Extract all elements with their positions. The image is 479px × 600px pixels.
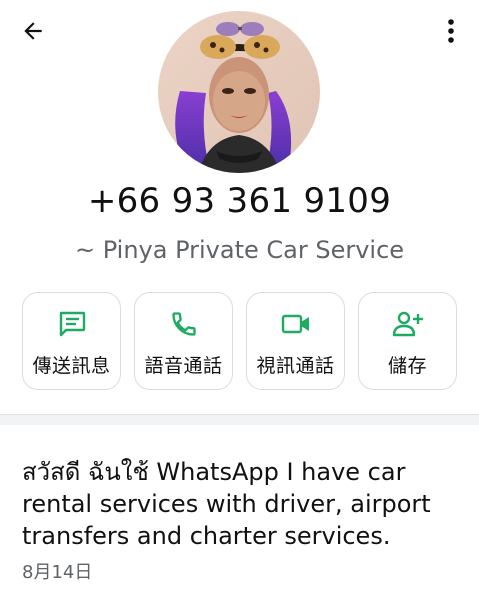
contact-phone-number: +66 93 361 9109	[87, 181, 392, 221]
back-button[interactable]	[17, 15, 49, 47]
send-message-button[interactable]: 傳送訊息	[22, 292, 121, 390]
contact-display-name: ~ Pinya Private Car Service	[74, 236, 405, 264]
video-icon	[281, 314, 309, 334]
save-contact-button[interactable]: 儲存	[358, 292, 457, 390]
about-date: 8月14日	[22, 562, 93, 583]
send-message-label: 傳送訊息	[32, 355, 111, 377]
avatar[interactable]	[158, 11, 320, 173]
add-person-icon	[392, 311, 423, 337]
phone-icon	[171, 312, 196, 336]
video-call-label: 視訊通話	[256, 355, 335, 377]
action-buttons: 傳送訊息 語音通話 視訊通話 儲存	[22, 292, 458, 392]
save-contact-label: 儲存	[387, 355, 427, 377]
message-icon	[59, 311, 85, 337]
more-vert-icon	[448, 19, 454, 43]
voice-call-button[interactable]: 語音通話	[134, 292, 233, 390]
arrow-back-icon	[24, 22, 42, 40]
about-text: สวัสดี ฉันใช้ WhatsApp I have car rental…	[22, 458, 431, 550]
voice-call-label: 語音通話	[144, 355, 223, 377]
section-divider	[0, 414, 479, 425]
profile-photo	[158, 11, 320, 173]
video-call-button[interactable]: 視訊通話	[246, 292, 345, 390]
more-options-button[interactable]	[439, 15, 463, 47]
